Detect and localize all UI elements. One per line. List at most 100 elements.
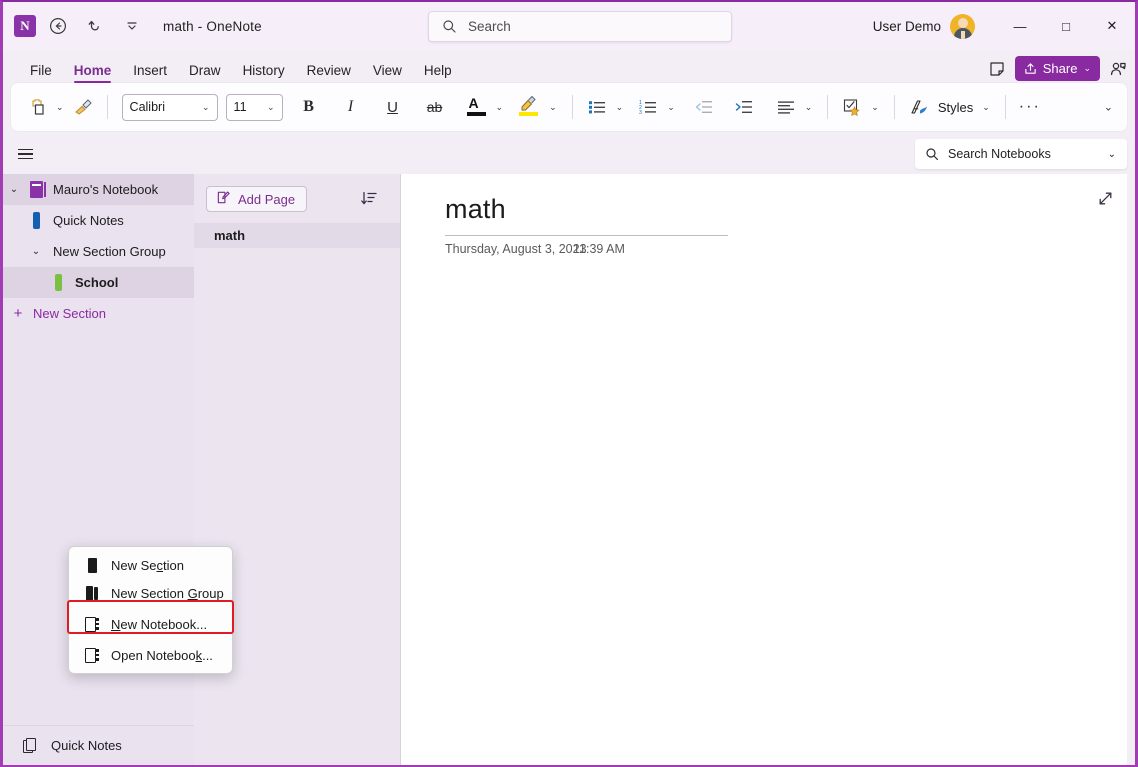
font-size-select[interactable]: 11 ⌄ bbox=[226, 94, 283, 121]
menu-label-post: tion bbox=[163, 558, 184, 573]
new-notebook-icon bbox=[81, 617, 103, 632]
toolbar-divider bbox=[827, 95, 828, 119]
search-icon bbox=[442, 19, 457, 34]
menu-label-pre: Open Noteboo bbox=[111, 648, 196, 663]
tab-review[interactable]: Review bbox=[296, 64, 362, 84]
underline-button[interactable]: U bbox=[379, 92, 407, 122]
page-time[interactable]: 11:39 AM bbox=[573, 242, 625, 256]
ribbon-tab-bar: File Home Insert Draw History Review Vie… bbox=[3, 50, 1135, 83]
tab-help[interactable]: Help bbox=[413, 64, 463, 84]
page-list-header: Add Page bbox=[194, 174, 400, 212]
paste-clipboard-icon[interactable] bbox=[23, 92, 51, 122]
expand-page-icon[interactable] bbox=[1093, 186, 1117, 210]
avatar[interactable] bbox=[950, 14, 975, 39]
chevron-down-icon[interactable]: ⌄ bbox=[3, 184, 25, 195]
menu-label-accesskey: N bbox=[111, 617, 120, 632]
collapse-ribbon-button[interactable]: ⌄ bbox=[1104, 101, 1113, 114]
page-title[interactable]: math bbox=[445, 194, 506, 225]
styles-group: Styles ⌄ bbox=[905, 92, 995, 122]
menu-item-label: New Notebook... bbox=[111, 617, 207, 632]
quick-notes-bar[interactable]: Quick Notes bbox=[3, 725, 194, 765]
share-people-icon[interactable] bbox=[1109, 60, 1127, 78]
menu-item-label: New Section Group bbox=[111, 586, 224, 601]
sidebar-item-notebook[interactable]: ⌄ Mauro's Notebook bbox=[3, 174, 194, 205]
customize-quick-access-icon[interactable] bbox=[117, 11, 147, 41]
new-section-button[interactable]: + New Section bbox=[3, 298, 194, 329]
tab-history[interactable]: History bbox=[232, 64, 296, 84]
search-icon bbox=[925, 147, 939, 161]
sort-pages-icon[interactable] bbox=[356, 186, 382, 212]
user-account[interactable]: User Demo bbox=[873, 2, 975, 50]
align-text-icon[interactable] bbox=[772, 92, 800, 122]
minimize-button[interactable]: — bbox=[997, 2, 1043, 50]
bullets-caret[interactable]: ⌄ bbox=[611, 102, 629, 113]
sidebar-item-section-group[interactable]: ⌄ New Section Group bbox=[3, 236, 194, 267]
undo-icon[interactable] bbox=[80, 11, 110, 41]
tab-draw[interactable]: Draw bbox=[178, 64, 232, 84]
page-date[interactable]: Thursday, August 3, 2023 bbox=[445, 242, 587, 256]
formatting-toolbar: ⌄ Calibri ⌄ 11 ⌄ B I U ab bbox=[11, 83, 1127, 131]
user-name: User Demo bbox=[873, 19, 941, 34]
tags-star-icon[interactable] bbox=[838, 92, 866, 122]
sidebar-item-quick-notes[interactable]: Quick Notes bbox=[3, 205, 194, 236]
font-color-caret[interactable]: ⌄ bbox=[491, 102, 509, 113]
title-divider bbox=[445, 235, 728, 236]
new-page-icon bbox=[216, 190, 231, 208]
sidebar-item-label: Mauro's Notebook bbox=[53, 182, 158, 197]
tab-file[interactable]: File bbox=[19, 64, 63, 84]
svg-text:3: 3 bbox=[639, 110, 642, 115]
section-tab-icon bbox=[47, 274, 69, 291]
new-section-label: New Section bbox=[33, 306, 106, 321]
italic-button[interactable]: I bbox=[337, 92, 365, 122]
menu-item-new-section[interactable]: New Section bbox=[69, 551, 232, 579]
tags-caret[interactable]: ⌄ bbox=[866, 102, 884, 113]
menu-item-open-notebook[interactable]: Open Notebook... bbox=[69, 641, 232, 669]
styles-label[interactable]: Styles bbox=[938, 100, 973, 115]
styles-caret[interactable]: ⌄ bbox=[977, 102, 995, 113]
maximize-button[interactable]: □ bbox=[1043, 2, 1089, 50]
align-caret[interactable]: ⌄ bbox=[800, 102, 818, 113]
sticky-note-icon[interactable] bbox=[988, 60, 1006, 78]
numbering-caret[interactable]: ⌄ bbox=[662, 102, 680, 113]
highlight-color-swatch bbox=[519, 112, 538, 116]
toolbar-divider bbox=[572, 95, 573, 119]
chevron-down-icon[interactable]: ⌄ bbox=[1108, 149, 1116, 160]
share-button[interactable]: Share ⌄ bbox=[1015, 56, 1100, 81]
list-item[interactable]: math bbox=[194, 223, 400, 248]
search-notebooks-placeholder: Search Notebooks bbox=[948, 147, 1051, 161]
bulleted-list-icon[interactable] bbox=[583, 92, 611, 122]
highlight-caret[interactable]: ⌄ bbox=[544, 102, 562, 113]
sidebar-item-school[interactable]: School bbox=[3, 267, 194, 298]
more-commands-button[interactable]: ··· bbox=[1016, 92, 1044, 122]
font-family-select[interactable]: Calibri ⌄ bbox=[122, 94, 218, 121]
increase-indent-icon[interactable] bbox=[730, 92, 758, 122]
navigation-menu-icon[interactable] bbox=[11, 140, 39, 168]
font-color-button[interactable]: A bbox=[463, 92, 491, 122]
styles-icon[interactable] bbox=[905, 92, 933, 122]
decrease-indent-icon[interactable] bbox=[690, 92, 718, 122]
context-menu: New Section New Section Group New Notebo… bbox=[68, 546, 233, 674]
tab-view[interactable]: View bbox=[362, 64, 413, 84]
page-item-title: math bbox=[214, 228, 245, 243]
paste-options-caret[interactable]: ⌄ bbox=[51, 102, 69, 113]
highlight-button[interactable] bbox=[514, 92, 544, 122]
back-arrow-icon[interactable] bbox=[43, 11, 73, 41]
search-input[interactable]: Search bbox=[428, 11, 732, 42]
close-button[interactable]: ✕ bbox=[1089, 2, 1135, 50]
search-notebooks-input[interactable]: Search Notebooks ⌄ bbox=[915, 139, 1127, 169]
bold-button[interactable]: B bbox=[295, 92, 323, 122]
strikethrough-button[interactable]: ab bbox=[421, 92, 449, 122]
tab-insert[interactable]: Insert bbox=[122, 64, 178, 84]
chevron-down-icon[interactable]: ⌄ bbox=[25, 246, 47, 257]
clipboard-group: ⌄ bbox=[23, 92, 97, 122]
onenote-logo-icon: N bbox=[14, 15, 36, 37]
menu-item-label: Open Notebook... bbox=[111, 648, 213, 663]
add-page-button[interactable]: Add Page bbox=[206, 186, 307, 212]
numbered-list-icon[interactable]: 1 2 3 bbox=[634, 92, 662, 122]
tab-home[interactable]: Home bbox=[63, 64, 123, 84]
format-painter-icon[interactable] bbox=[69, 92, 97, 122]
menu-item-new-notebook[interactable]: New Notebook... bbox=[69, 607, 232, 641]
page-content-area[interactable]: math Thursday, August 3, 2023 11:39 AM bbox=[401, 174, 1127, 765]
font-color-glyph: A bbox=[469, 95, 479, 111]
menu-item-new-section-group[interactable]: New Section Group bbox=[69, 579, 232, 607]
